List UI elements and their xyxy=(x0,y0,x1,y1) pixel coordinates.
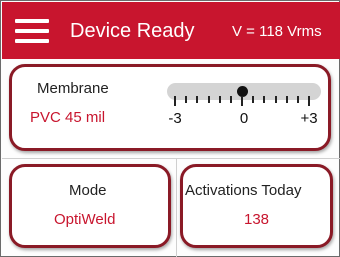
slider-tick xyxy=(218,96,221,103)
slider-tick xyxy=(274,96,277,103)
slider-tick xyxy=(185,96,188,103)
slider-min-label: -3 xyxy=(168,110,182,127)
slider-tick xyxy=(196,96,199,103)
slider-tick xyxy=(241,96,243,106)
activations-card[interactable] xyxy=(180,164,333,248)
slider-max-label: +3 xyxy=(300,110,318,127)
slider-tick xyxy=(252,96,255,103)
divider-horizontal xyxy=(2,158,340,159)
mode-label: Mode xyxy=(69,182,107,199)
mode-value: OptiWeld xyxy=(54,211,116,228)
slider-tick xyxy=(174,96,176,106)
mode-card[interactable] xyxy=(9,164,171,248)
membrane-value: PVC 45 mil xyxy=(30,109,106,126)
slider-tick xyxy=(308,96,310,106)
slider-tick xyxy=(285,96,288,103)
slider-tick xyxy=(263,96,266,103)
device-screen: Device Ready V = 118 Vrms Membrane PVC 4… xyxy=(0,0,340,257)
slider-tick xyxy=(296,96,299,103)
slider-mid-label: 0 xyxy=(239,110,249,127)
hamburger-menu-icon[interactable] xyxy=(15,17,49,45)
divider-vertical xyxy=(176,159,177,257)
membrane-card[interactable] xyxy=(9,64,331,151)
voltage-readout: V = 118 Vrms xyxy=(232,23,322,40)
header-bar: Device Ready V = 118 Vrms xyxy=(2,2,340,59)
membrane-label: Membrane xyxy=(37,80,109,97)
activations-value: 138 xyxy=(244,211,270,228)
slider-tick xyxy=(207,96,210,103)
activations-label: Activations Today xyxy=(185,182,302,199)
device-status-title: Device Ready xyxy=(70,20,195,42)
slider-tick xyxy=(229,96,232,103)
